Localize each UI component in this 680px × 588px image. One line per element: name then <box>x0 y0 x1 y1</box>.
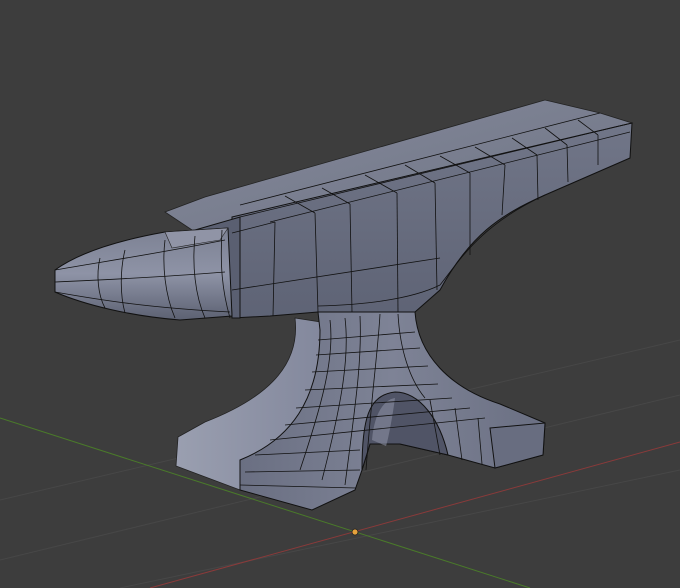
viewport-canvas[interactable] <box>0 0 680 588</box>
3d-viewport[interactable] <box>0 0 680 588</box>
anvil-body[interactable] <box>164 99 634 319</box>
anvil-base[interactable] <box>175 311 546 511</box>
anvil-horn[interactable] <box>54 227 233 321</box>
object-origin-icon[interactable] <box>351 528 359 536</box>
